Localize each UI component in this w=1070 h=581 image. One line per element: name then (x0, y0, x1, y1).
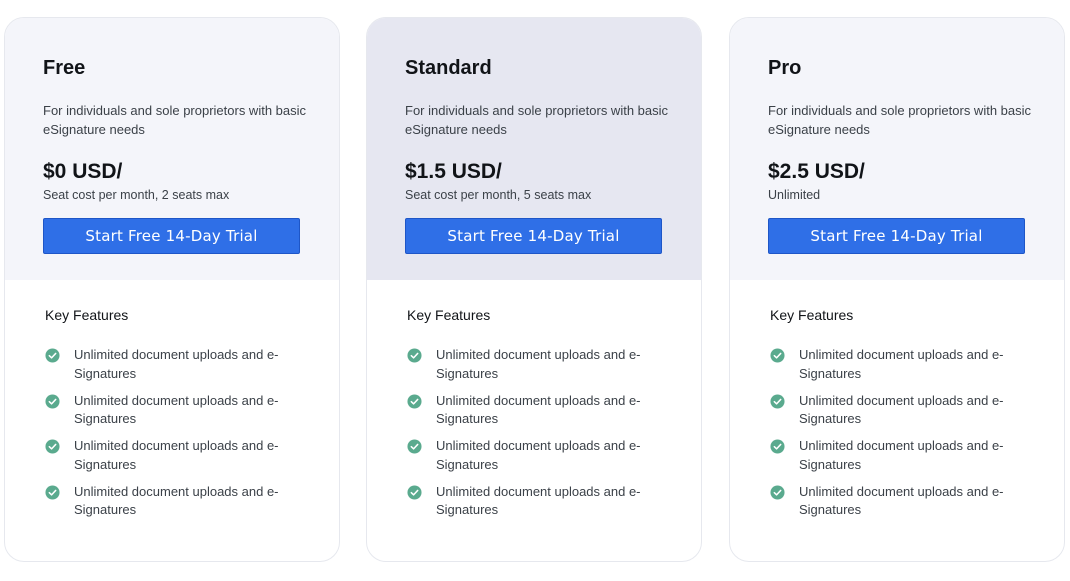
plan-price: $0 USD/ (43, 160, 123, 183)
feature-text: Unlimited document uploads and e-Signatu… (799, 438, 1004, 472)
plan-description: For individuals and sole proprietors wit… (405, 103, 669, 137)
plan-card-pro: Pro For individuals and sole proprietors… (729, 17, 1065, 562)
check-circle-icon (45, 439, 60, 454)
plan-price-note: Seat cost per month, 2 seats max (43, 188, 230, 202)
plan-name: Free (43, 57, 86, 79)
features-title: Key Features (770, 307, 854, 323)
feature-item: Unlimited document uploads and e-Signatu… (407, 483, 661, 520)
feature-item: Unlimited document uploads and e-Signatu… (45, 483, 299, 520)
feature-text: Unlimited document uploads and e-Signatu… (436, 483, 641, 518)
plan-header: Pro For individuals and sole proprietors… (730, 18, 1064, 280)
check-circle-icon (770, 484, 785, 500)
feature-text: Unlimited document uploads and e-Signatu… (74, 347, 279, 381)
start-trial-button[interactable]: Start Free 14-Day Trial (43, 218, 300, 254)
feature-item: Unlimited document uploads and e-Signatu… (407, 346, 661, 383)
feature-item: Unlimited document uploads and e-Signatu… (770, 483, 1024, 520)
check-circle-icon (45, 484, 60, 500)
feature-text: Unlimited document uploads and e-Signatu… (74, 392, 279, 427)
check-circle-icon (45, 348, 60, 363)
check-circle-icon (407, 393, 422, 409)
feature-item: Unlimited document uploads and e-Signatu… (45, 437, 299, 474)
plan-description: For individuals and sole proprietors wit… (43, 103, 307, 137)
plan-features: Key Features Unlimited document uploads … (730, 280, 1064, 520)
feature-text: Unlimited document uploads and e-Signatu… (799, 483, 1004, 518)
feature-text: Unlimited document uploads and e-Signatu… (436, 438, 641, 472)
feature-item: Unlimited document uploads and e-Signatu… (45, 392, 299, 429)
check-circle-icon (45, 393, 60, 409)
feature-item: Unlimited document uploads and e-Signatu… (770, 346, 1024, 383)
plan-features: Key Features Unlimited document uploads … (367, 280, 701, 520)
plan-name: Pro (768, 57, 802, 79)
feature-item: Unlimited document uploads and e-Signatu… (407, 392, 661, 429)
check-circle-icon (770, 439, 785, 454)
feature-item: Unlimited document uploads and e-Signatu… (770, 392, 1024, 429)
check-circle-icon (770, 393, 785, 409)
start-trial-button[interactable]: Start Free 14-Day Trial (405, 218, 662, 254)
features-title: Key Features (45, 307, 129, 323)
feature-text: Unlimited document uploads and e-Signatu… (74, 438, 279, 472)
check-circle-icon (770, 348, 785, 363)
feature-item: Unlimited document uploads and e-Signatu… (45, 346, 299, 383)
feature-text: Unlimited document uploads and e-Signatu… (74, 483, 279, 518)
plan-header: Free For individuals and sole proprietor… (5, 18, 339, 280)
check-circle-icon (407, 484, 422, 500)
feature-text: Unlimited document uploads and e-Signatu… (799, 347, 1004, 381)
plan-name: Standard (405, 57, 492, 79)
plan-price-note: Seat cost per month, 5 seats max (405, 188, 592, 202)
plan-header: Standard For individuals and sole propri… (367, 18, 701, 280)
plan-features: Key Features Unlimited document uploads … (5, 280, 339, 520)
feature-text: Unlimited document uploads and e-Signatu… (436, 392, 641, 427)
check-circle-icon (407, 348, 422, 363)
plan-price-note: Unlimited (768, 188, 821, 202)
feature-text: Unlimited document uploads and e-Signatu… (799, 392, 1004, 427)
plan-price: $1.5 USD/ (405, 160, 502, 183)
plan-description: For individuals and sole proprietors wit… (768, 103, 1032, 137)
check-circle-icon (407, 439, 422, 454)
plan-price: $2.5 USD/ (768, 160, 865, 183)
feature-item: Unlimited document uploads and e-Signatu… (407, 437, 661, 474)
feature-text: Unlimited document uploads and e-Signatu… (436, 347, 641, 381)
pricing-cards: Free For individuals and sole proprietor… (0, 0, 1070, 581)
feature-item: Unlimited document uploads and e-Signatu… (770, 437, 1024, 474)
plan-card-free: Free For individuals and sole proprietor… (4, 17, 340, 562)
features-title: Key Features (407, 307, 491, 323)
plan-card-standard: Standard For individuals and sole propri… (366, 17, 702, 562)
start-trial-button[interactable]: Start Free 14-Day Trial (768, 218, 1025, 254)
